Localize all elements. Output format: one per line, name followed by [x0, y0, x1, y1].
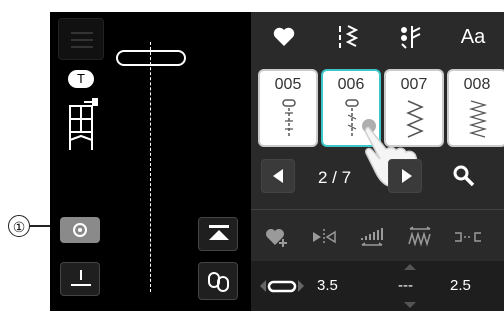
next-page-button[interactable]	[388, 159, 422, 193]
presser-foot-letter: T	[77, 71, 85, 86]
elongation-button[interactable]	[352, 217, 392, 257]
move-to-start-button[interactable]	[198, 217, 238, 251]
needle-position-icon	[73, 223, 87, 237]
thread-tension-value: 2.5	[450, 277, 471, 294]
tab-decorative-stitches[interactable]	[379, 12, 441, 62]
tab-favorites[interactable]	[253, 12, 315, 62]
zigzag-length-icon	[408, 226, 431, 247]
move-to-top-icon	[209, 225, 229, 240]
mirror-icon	[313, 229, 336, 245]
stitch-number: 006	[337, 76, 365, 93]
stitch-pattern-icon	[339, 25, 358, 48]
heart-plus-icon	[266, 229, 287, 247]
stitch-button-008[interactable]: 008	[447, 69, 504, 147]
buttonhole-preview-icon	[116, 50, 186, 66]
mirror-image-button[interactable]	[304, 217, 344, 257]
menu-icon	[71, 32, 93, 48]
thread-cutter-button[interactable]	[60, 262, 100, 296]
link-icon	[208, 272, 229, 292]
density-icon	[361, 228, 383, 246]
heart-icon	[273, 27, 295, 46]
previous-page-button[interactable]	[261, 159, 295, 193]
tool-row	[251, 209, 504, 210]
search-icon	[453, 165, 475, 187]
decorative-stitch-icon	[401, 26, 421, 49]
stitch-density-button[interactable]	[400, 217, 440, 257]
length-increase-icon[interactable]	[403, 263, 417, 271]
center-needle-line	[150, 42, 151, 292]
tab-utility-stitches[interactable]	[316, 12, 378, 62]
stitch-number: 005	[274, 76, 302, 93]
width-arrows-icon	[260, 280, 304, 293]
sewing-machine-screen: T Aa 005 006 007 008 2 / 7 3.5 --- 2.5	[50, 12, 504, 311]
stitch-width-value: 3.5	[317, 277, 338, 294]
buttonhole-stitch-icon	[282, 99, 296, 137]
buttonhole-length-icon	[455, 232, 481, 242]
needle-position-button[interactable]	[60, 217, 100, 243]
triangle-left-icon	[273, 169, 283, 183]
menu-button[interactable]	[58, 18, 104, 60]
link-button[interactable]	[198, 262, 238, 300]
stitch-width-adjust[interactable]	[258, 272, 306, 300]
search-button[interactable]	[445, 159, 485, 193]
length-decrease-icon[interactable]	[403, 301, 417, 309]
stitch-length-value: ---	[398, 277, 413, 294]
needle-stop-icon	[71, 270, 91, 286]
multi-zigzag-stitch-icon	[468, 100, 488, 138]
page-indicator: 2 / 7	[318, 168, 352, 187]
tab-fonts[interactable]: Aa	[442, 12, 504, 62]
presser-foot-icon	[66, 96, 100, 159]
callout-number: ①	[8, 215, 30, 237]
buttonhole-length-button[interactable]	[448, 217, 488, 257]
stitch-number: 008	[463, 76, 491, 93]
stitch-number: 007	[400, 76, 428, 93]
add-favorite-button[interactable]	[257, 217, 297, 257]
stitch-button-005[interactable]: 005	[258, 69, 318, 147]
fonts-tab-label: Aa	[460, 25, 486, 48]
triangle-right-icon	[402, 169, 412, 183]
presser-foot-badge: T	[68, 70, 94, 88]
